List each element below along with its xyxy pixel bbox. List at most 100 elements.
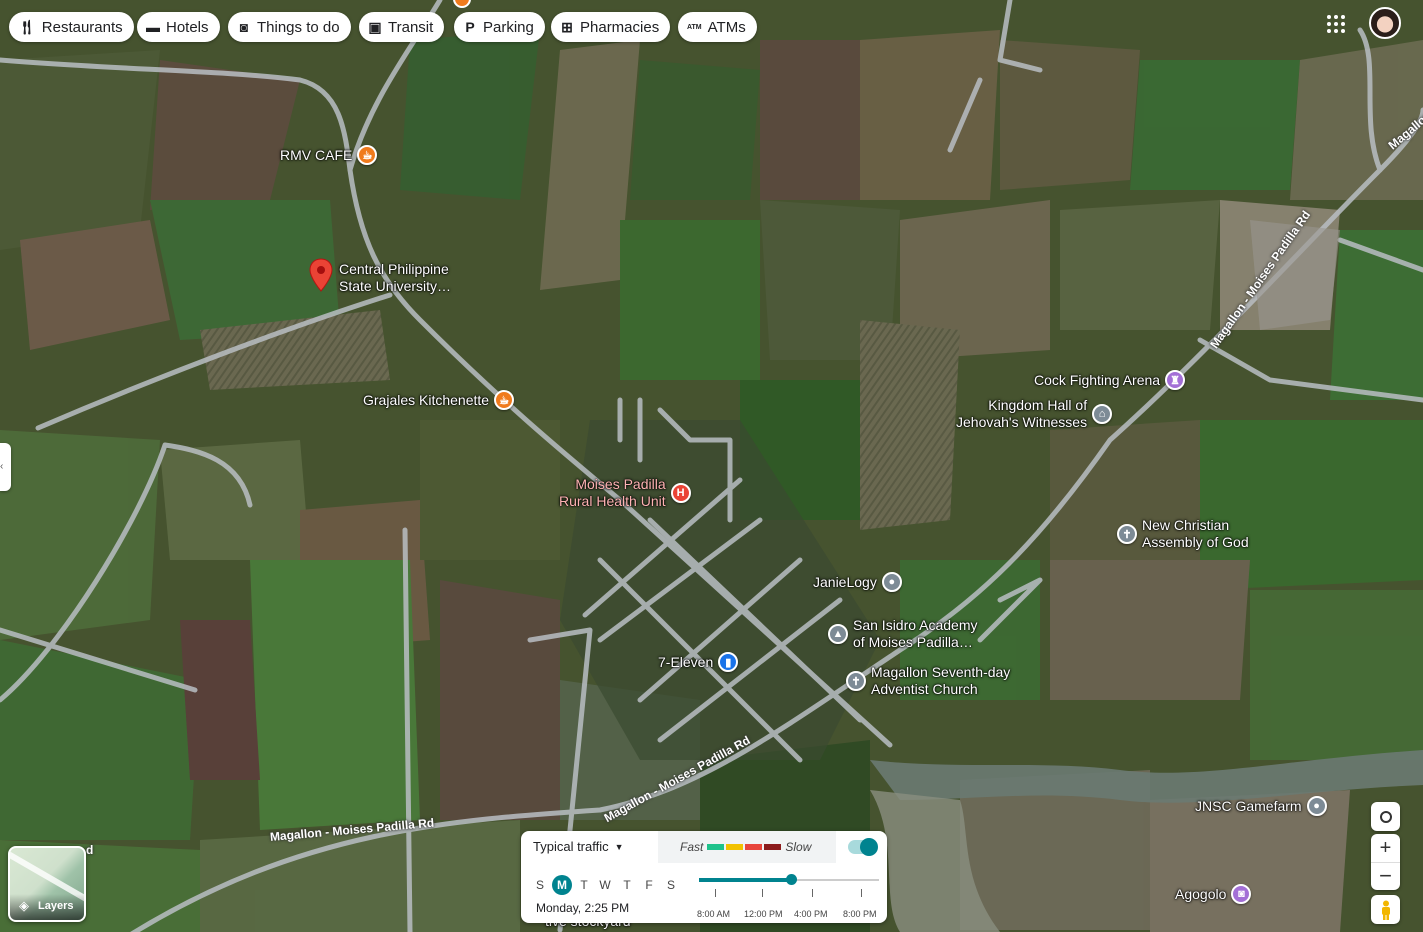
time-tick (762, 889, 763, 897)
chip-label: Restaurants (41, 18, 123, 36)
legend-slow-label: Slow (785, 840, 812, 854)
day-button[interactable]: F (639, 875, 659, 895)
poi-label: JNSC Gamefarm (1195, 797, 1302, 814)
day-button[interactable]: S (530, 875, 550, 895)
day-button[interactable]: M (552, 875, 572, 895)
zoom-in-button[interactable]: + (1371, 834, 1400, 863)
legend-swatch (726, 844, 744, 850)
chip-hotels[interactable]: ▬ Hotels (137, 12, 220, 42)
poi-new-christian-assembly[interactable]: ✝ New Christian Assembly of God (1117, 517, 1249, 551)
atm-icon: ATM (687, 23, 702, 31)
poi-label-line2: Assembly of God (1142, 534, 1249, 550)
poi-janielogy[interactable]: JanieLogy ● (813, 572, 902, 592)
day-button[interactable]: T (617, 875, 637, 895)
slider-knob[interactable] (785, 874, 797, 885)
poi-7-eleven[interactable]: 7-Eleven ▮ (658, 652, 739, 672)
chip-label: Hotels (166, 18, 209, 36)
arena-icon: ♜ (1165, 370, 1186, 390)
poi-label-line1: Central Philippine (339, 261, 449, 277)
poi-label-line1: San Isidro Academy (853, 617, 978, 633)
poi-label-line2: of Moises Padilla… (853, 634, 973, 650)
poi-jnsc-gamefarm[interactable]: JNSC Gamefarm ● (1195, 796, 1327, 816)
pegman-icon (1381, 900, 1390, 920)
cafe-icon: ☕︎ (494, 390, 515, 410)
selected-place-pin-icon[interactable] (309, 258, 333, 292)
poi-cock-fighting-arena[interactable]: Cock Fighting Arena ♜ (1034, 370, 1186, 390)
traffic-mode-dropdown[interactable]: Typical traffic ▼ (533, 839, 624, 854)
chip-label: Transit (388, 18, 434, 36)
my-location-button[interactable] (1371, 802, 1400, 831)
pharmacy-icon: ⊞ (561, 18, 573, 35)
poi-label-line1: Kingdom Hall of (988, 397, 1088, 413)
chip-label: Things to do (257, 18, 340, 36)
collapse-side-panel-button[interactable]: ‹ (0, 443, 11, 491)
poi-label: Grajales Kitchenette (363, 391, 490, 408)
chip-label: Parking (483, 18, 534, 36)
location-dot-icon: ● (881, 572, 902, 592)
poi-label-line1: New Christian (1142, 517, 1230, 533)
satellite-map[interactable] (0, 0, 1423, 932)
chip-transit[interactable]: ▣ Transit (359, 12, 445, 42)
layers-button[interactable]: ◈ Layers (8, 846, 86, 922)
parking-icon: P (465, 19, 475, 35)
traffic-panel: Typical traffic ▼ Fast Slow SMTWTFS Mond… (521, 831, 887, 923)
poi-rural-health-unit[interactable]: Moises Padilla Rural Health Unit H (559, 476, 691, 510)
zoom-out-button[interactable]: − (1371, 863, 1400, 890)
poi-label-line2: Adventist Church (871, 681, 978, 697)
bus-icon: ▣ (368, 18, 382, 35)
poi-seventh-day-adventist[interactable]: ✝ Magallon Seventh-day Adventist Church (846, 664, 1010, 698)
chip-things-to-do[interactable]: ◙ Things to do (228, 12, 351, 42)
street-view-pegman-button[interactable] (1371, 895, 1400, 924)
place-of-worship-icon: ⌂ (1092, 404, 1113, 424)
fork-knife-icon: 🍴︎ (18, 18, 36, 35)
road-label: d (86, 843, 94, 857)
day-button[interactable]: W (595, 875, 615, 895)
poi-rmv-cafe[interactable]: RMV CAFE ☕︎ (280, 145, 378, 165)
hospital-icon: H (670, 483, 691, 503)
school-icon: ▲ (828, 624, 848, 644)
poi-kingdom-hall[interactable]: Kingdom Hall of Jehovah's Witnesses ⌂ (956, 397, 1113, 431)
poi-agogolo[interactable]: Agogolo ◙ (1175, 884, 1252, 904)
time-tick (812, 889, 813, 897)
poi-grajales-kitchenette[interactable]: Grajales Kitchenette ☕︎ (363, 390, 515, 410)
bed-icon: ▬ (146, 19, 160, 35)
traffic-toggle[interactable] (848, 838, 878, 856)
store-icon: ▮ (718, 652, 739, 672)
time-tick-label: 8:00 PM (843, 909, 877, 919)
chip-label: Pharmacies (580, 18, 660, 36)
poi-label: Cock Fighting Arena (1034, 371, 1161, 388)
legend-swatch (745, 844, 763, 850)
crosshair-icon (1379, 810, 1392, 823)
legend-swatch (707, 844, 725, 850)
traffic-legend: Fast Slow (658, 831, 836, 863)
chip-label: ATMs (707, 18, 746, 36)
avatar[interactable] (1369, 7, 1401, 39)
poi-label: 7-Eleven (658, 653, 714, 670)
apps-grid-icon[interactable] (1327, 15, 1345, 33)
day-button[interactable]: T (574, 875, 594, 895)
cross-icon: ✝ (846, 671, 866, 691)
poi-label-line1: Magallon Seventh-day (871, 664, 1011, 680)
cross-icon: ✝ (1117, 524, 1137, 544)
time-slider[interactable] (699, 871, 879, 891)
layers-label: Layers (38, 900, 74, 912)
poi-cpsu[interactable]: Central Philippine State University… (339, 261, 451, 295)
camera-icon: ◙ (1231, 884, 1252, 904)
chip-pharmacies[interactable]: ⊞ Pharmacies (551, 12, 671, 42)
poi-label-line2: Jehovah's Witnesses (956, 414, 1088, 430)
poi-label-line2: Rural Health Unit (559, 493, 666, 509)
legend-swatch (764, 844, 782, 850)
layers-icon: ◈ (19, 898, 29, 913)
caret-down-icon: ▼ (614, 841, 624, 852)
time-tick-label: 8:00 AM (697, 909, 731, 919)
poi-label: RMV CAFE (280, 146, 353, 163)
poi-label-line1: Moises Padilla (575, 476, 666, 492)
chip-parking[interactable]: P Parking (454, 12, 545, 42)
location-dot-icon: ● (1306, 796, 1327, 816)
poi-san-isidro-academy[interactable]: ▲ San Isidro Academy of Moises Padilla… (828, 617, 978, 651)
chip-atms[interactable]: ATM ATMs (678, 12, 757, 42)
day-button[interactable]: S (661, 875, 681, 895)
cafe-icon: ☕︎ (357, 145, 378, 165)
chip-restaurants[interactable]: 🍴︎ Restaurants (9, 12, 134, 42)
time-tick-label: 4:00 PM (794, 909, 828, 919)
